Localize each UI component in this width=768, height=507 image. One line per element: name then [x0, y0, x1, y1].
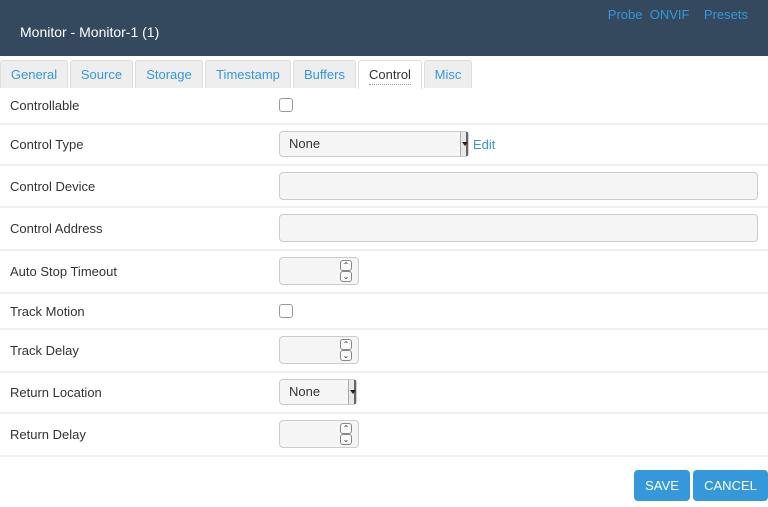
spin-down-icon[interactable]: ⌄: [340, 271, 352, 282]
presets-link[interactable]: Presets: [704, 7, 748, 22]
tab-storage[interactable]: Storage: [135, 60, 203, 88]
spin-down-icon[interactable]: ⌄: [340, 434, 352, 445]
spin-up-icon[interactable]: ⌃: [340, 423, 352, 434]
tab-label: Buffers: [304, 67, 345, 82]
row-track-motion: Track Motion: [0, 294, 768, 330]
track-delay-input[interactable]: ⌃ ⌄: [279, 336, 359, 364]
control-type-label: Control Type: [10, 137, 84, 152]
chevron-down-icon: [348, 380, 356, 404]
dialog-header: Monitor - Monitor-1 (1) Probe ONVIF Pres…: [0, 0, 768, 56]
control-device-input[interactable]: [279, 172, 758, 200]
tab-control[interactable]: Control: [358, 60, 422, 89]
spin-down-icon[interactable]: ⌄: [340, 350, 352, 361]
onvif-link[interactable]: ONVIF: [650, 7, 690, 22]
return-location-select[interactable]: None: [279, 379, 357, 405]
track-motion-label: Track Motion: [10, 304, 85, 319]
track-delay-label: Track Delay: [10, 343, 79, 358]
auto-stop-timeout-label: Auto Stop Timeout: [10, 264, 117, 279]
return-delay-input[interactable]: ⌃ ⌄: [279, 420, 359, 448]
row-return-location: Return Location None: [0, 373, 768, 414]
controllable-checkbox[interactable]: [279, 98, 293, 112]
tab-bar: General Source Storage Timestamp Buffers…: [0, 60, 768, 89]
control-device-label: Control Device: [10, 179, 96, 194]
tab-general[interactable]: General: [0, 60, 68, 88]
tab-label: Source: [80, 67, 123, 82]
controllable-label: Controllable: [10, 98, 80, 113]
spin-up-icon[interactable]: ⌃: [340, 260, 352, 271]
row-controllable: Controllable: [0, 89, 768, 125]
edit-control-type-link[interactable]: Edit: [473, 137, 495, 152]
row-auto-stop-timeout: Auto Stop Timeout ⌃ ⌄: [0, 251, 768, 294]
tab-buffers[interactable]: Buffers: [293, 60, 356, 88]
row-return-delay: Return Delay ⌃ ⌄: [0, 414, 768, 457]
tab-misc[interactable]: Misc: [424, 60, 472, 88]
return-location-value: None: [289, 384, 321, 399]
control-address-input[interactable]: [279, 214, 758, 242]
dialog-title: Monitor - Monitor-1 (1): [20, 24, 160, 40]
tab-label: Misc: [434, 67, 462, 82]
auto-stop-timeout-input[interactable]: ⌃ ⌄: [279, 257, 359, 285]
spin-up-icon[interactable]: ⌃: [340, 339, 352, 350]
control-type-select[interactable]: None: [279, 131, 469, 157]
row-control-type: Control Type None Edit: [0, 125, 768, 166]
row-control-device: Control Device: [0, 166, 768, 208]
row-track-delay: Track Delay ⌃ ⌄: [0, 330, 768, 373]
row-control-address: Control Address: [0, 208, 768, 251]
header-links: Probe ONVIF Presets: [608, 7, 748, 22]
control-type-value: None: [289, 136, 321, 151]
track-motion-checkbox[interactable]: [279, 304, 293, 318]
tab-label: Timestamp: [216, 67, 280, 82]
probe-link[interactable]: Probe: [608, 7, 643, 22]
tab-label: Control: [369, 67, 411, 85]
chevron-down-icon: [460, 132, 468, 156]
control-address-label: Control Address: [10, 221, 103, 236]
return-delay-label: Return Delay: [10, 427, 86, 442]
tab-timestamp[interactable]: Timestamp: [205, 60, 291, 88]
cancel-button[interactable]: CANCEL: [693, 470, 768, 501]
tab-label: General: [10, 67, 58, 82]
tab-label: Storage: [146, 67, 192, 82]
return-location-label: Return Location: [10, 385, 102, 400]
save-button[interactable]: SAVE: [634, 470, 690, 501]
tab-source[interactable]: Source: [70, 60, 133, 88]
